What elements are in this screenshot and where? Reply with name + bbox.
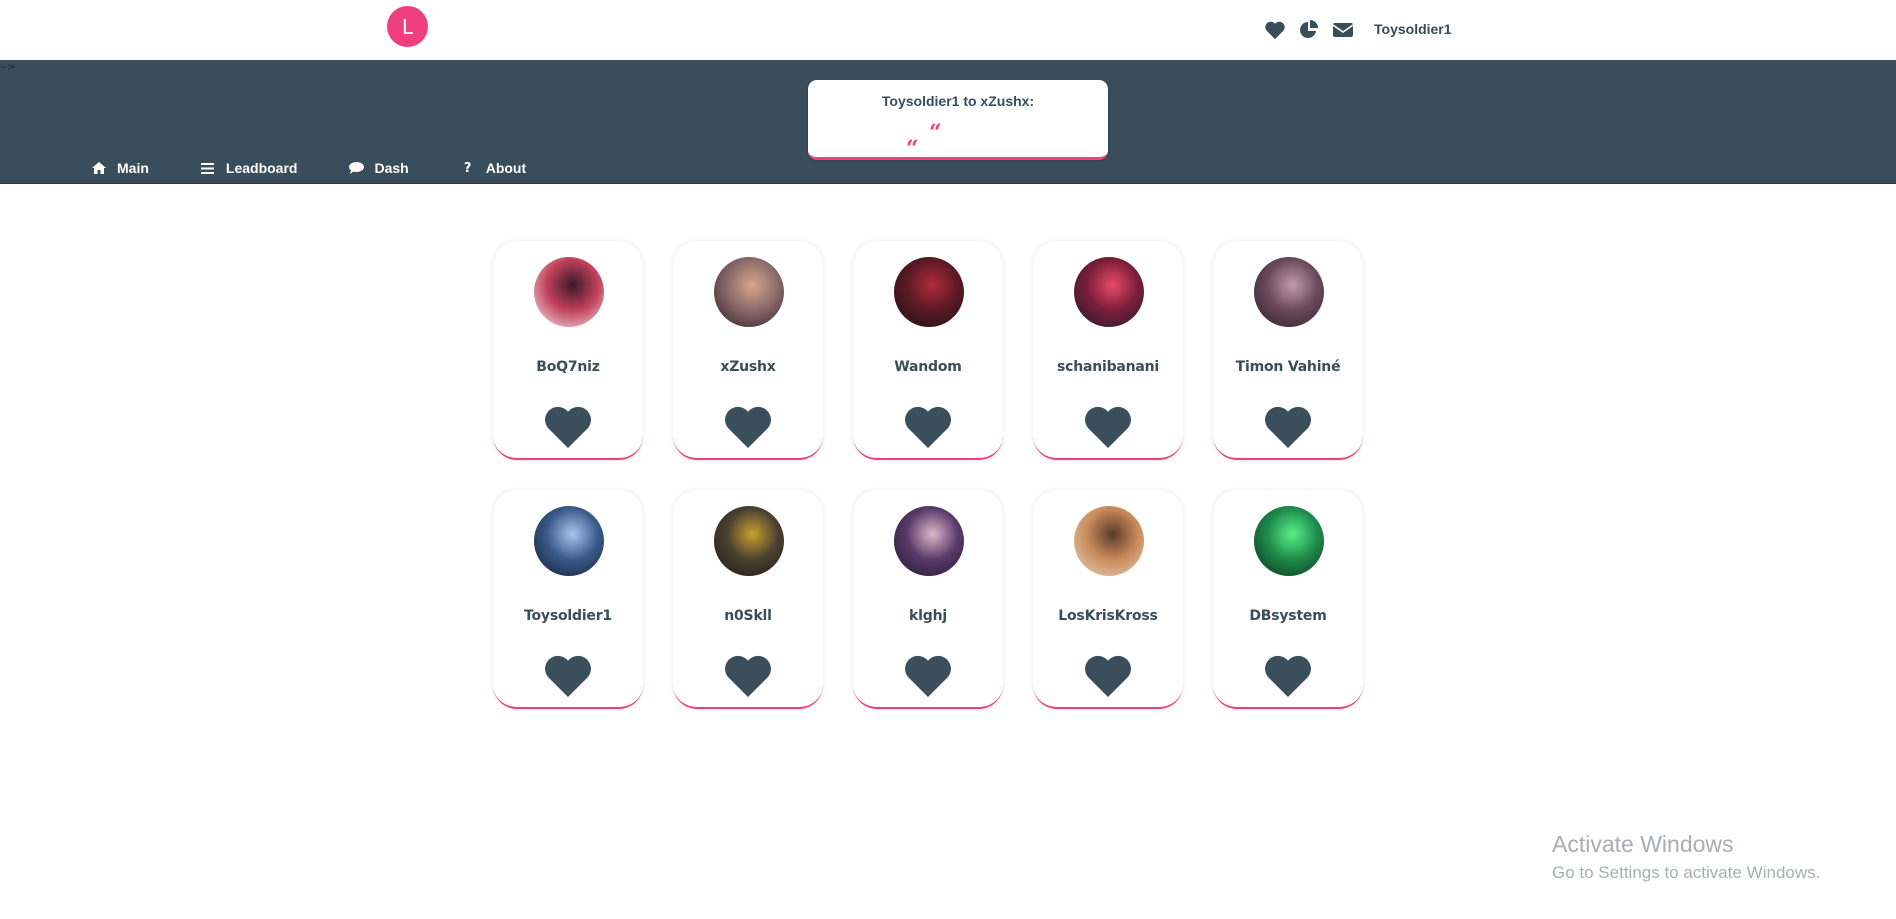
like-heart-icon[interactable] (1081, 405, 1135, 449)
like-heart-icon[interactable] (541, 654, 595, 698)
player-name[interactable]: xZushx (673, 359, 823, 375)
player-avatar[interactable] (534, 257, 604, 327)
stray-comment-mark: --> (0, 62, 16, 73)
nav-item-label: About (485, 160, 527, 176)
top-bar: L Toysoldier1 (0, 0, 1896, 60)
player-card[interactable]: xZushx (673, 241, 823, 460)
player-card[interactable]: schanibanani (1033, 241, 1183, 460)
player-name[interactable]: schanibanani (1033, 359, 1183, 375)
player-avatar[interactable] (534, 506, 604, 576)
player-card[interactable]: Toysoldier1 (493, 490, 643, 709)
player-avatar[interactable] (1254, 257, 1324, 327)
nav-item-label: Leadboard (225, 160, 298, 176)
nav-item-label: Main (117, 160, 149, 176)
quote-close-mark: “ (906, 136, 919, 162)
comment-icon (347, 160, 365, 176)
like-heart-icon[interactable] (721, 654, 775, 698)
question-icon: ? (463, 160, 472, 176)
like-heart-icon[interactable] (1261, 405, 1315, 449)
like-heart-icon[interactable] (901, 405, 955, 449)
pie-chart-icon[interactable] (1297, 18, 1321, 42)
current-username[interactable]: Toysoldier1 (1374, 21, 1452, 37)
nav-item-label: Dash (374, 160, 409, 176)
list-icon (199, 160, 217, 176)
heart-icon[interactable] (1263, 18, 1287, 42)
like-heart-icon[interactable] (1081, 654, 1135, 698)
header-icons (1263, 18, 1365, 42)
player-card-grid: BoQ7niz xZushx Wandom schanibanani Timon Vah… (493, 241, 1363, 709)
player-card[interactable]: Wandom (853, 241, 1003, 460)
nav-item-leadboard[interactable]: Leadboard (199, 160, 298, 176)
player-avatar[interactable] (894, 257, 964, 327)
player-name[interactable]: BoQ7niz (493, 359, 643, 375)
envelope-icon[interactable] (1331, 18, 1355, 42)
quote-open-mark: “ (929, 120, 942, 146)
player-name[interactable]: n0Skll (673, 608, 823, 624)
home-icon (90, 160, 108, 176)
watermark-subtitle: Go to Settings to activate Windows. (1552, 863, 1821, 882)
player-card[interactable]: n0Skll (673, 490, 823, 709)
like-heart-icon[interactable] (1261, 654, 1315, 698)
latest-message-bubble[interactable]: Toysoldier1 to xZushx: “ “ (808, 80, 1108, 160)
player-name[interactable]: DBsystem (1213, 608, 1363, 624)
brand-logo[interactable]: L (387, 6, 428, 47)
player-card[interactable]: klghj (853, 490, 1003, 709)
like-heart-icon[interactable] (721, 405, 775, 449)
nav-item-about[interactable]: ? About (459, 160, 526, 176)
player-avatar[interactable] (1074, 506, 1144, 576)
player-avatar[interactable] (714, 506, 784, 576)
player-name[interactable]: Wandom (853, 359, 1003, 375)
player-name[interactable]: klghj (853, 608, 1003, 624)
player-avatar[interactable] (1074, 257, 1144, 327)
like-heart-icon[interactable] (901, 654, 955, 698)
player-avatar[interactable] (714, 257, 784, 327)
player-name[interactable]: Toysoldier1 (493, 608, 643, 624)
player-card[interactable]: DBsystem (1213, 490, 1363, 709)
player-avatar[interactable] (1254, 506, 1324, 576)
player-name[interactable]: LosKrisKross (1033, 608, 1183, 624)
windows-activation-watermark: Activate Windows Go to Settings to activ… (1552, 830, 1820, 884)
nav-item-main[interactable]: Main (90, 160, 149, 176)
like-heart-icon[interactable] (541, 405, 595, 449)
nav-item-dash[interactable]: Dash (347, 160, 409, 176)
player-card[interactable]: BoQ7niz (493, 241, 643, 460)
player-avatar[interactable] (894, 506, 964, 576)
player-name[interactable]: Timon Vahiné (1213, 359, 1363, 375)
main-nav: Main Leadboard Dash ? About (90, 160, 576, 176)
watermark-title: Activate Windows (1552, 831, 1734, 857)
player-card[interactable]: LosKrisKross (1033, 490, 1183, 709)
message-title: Toysoldier1 to xZushx: (881, 93, 1035, 109)
player-card[interactable]: Timon Vahiné (1213, 241, 1363, 460)
brand-logo-letter: L (401, 14, 414, 39)
